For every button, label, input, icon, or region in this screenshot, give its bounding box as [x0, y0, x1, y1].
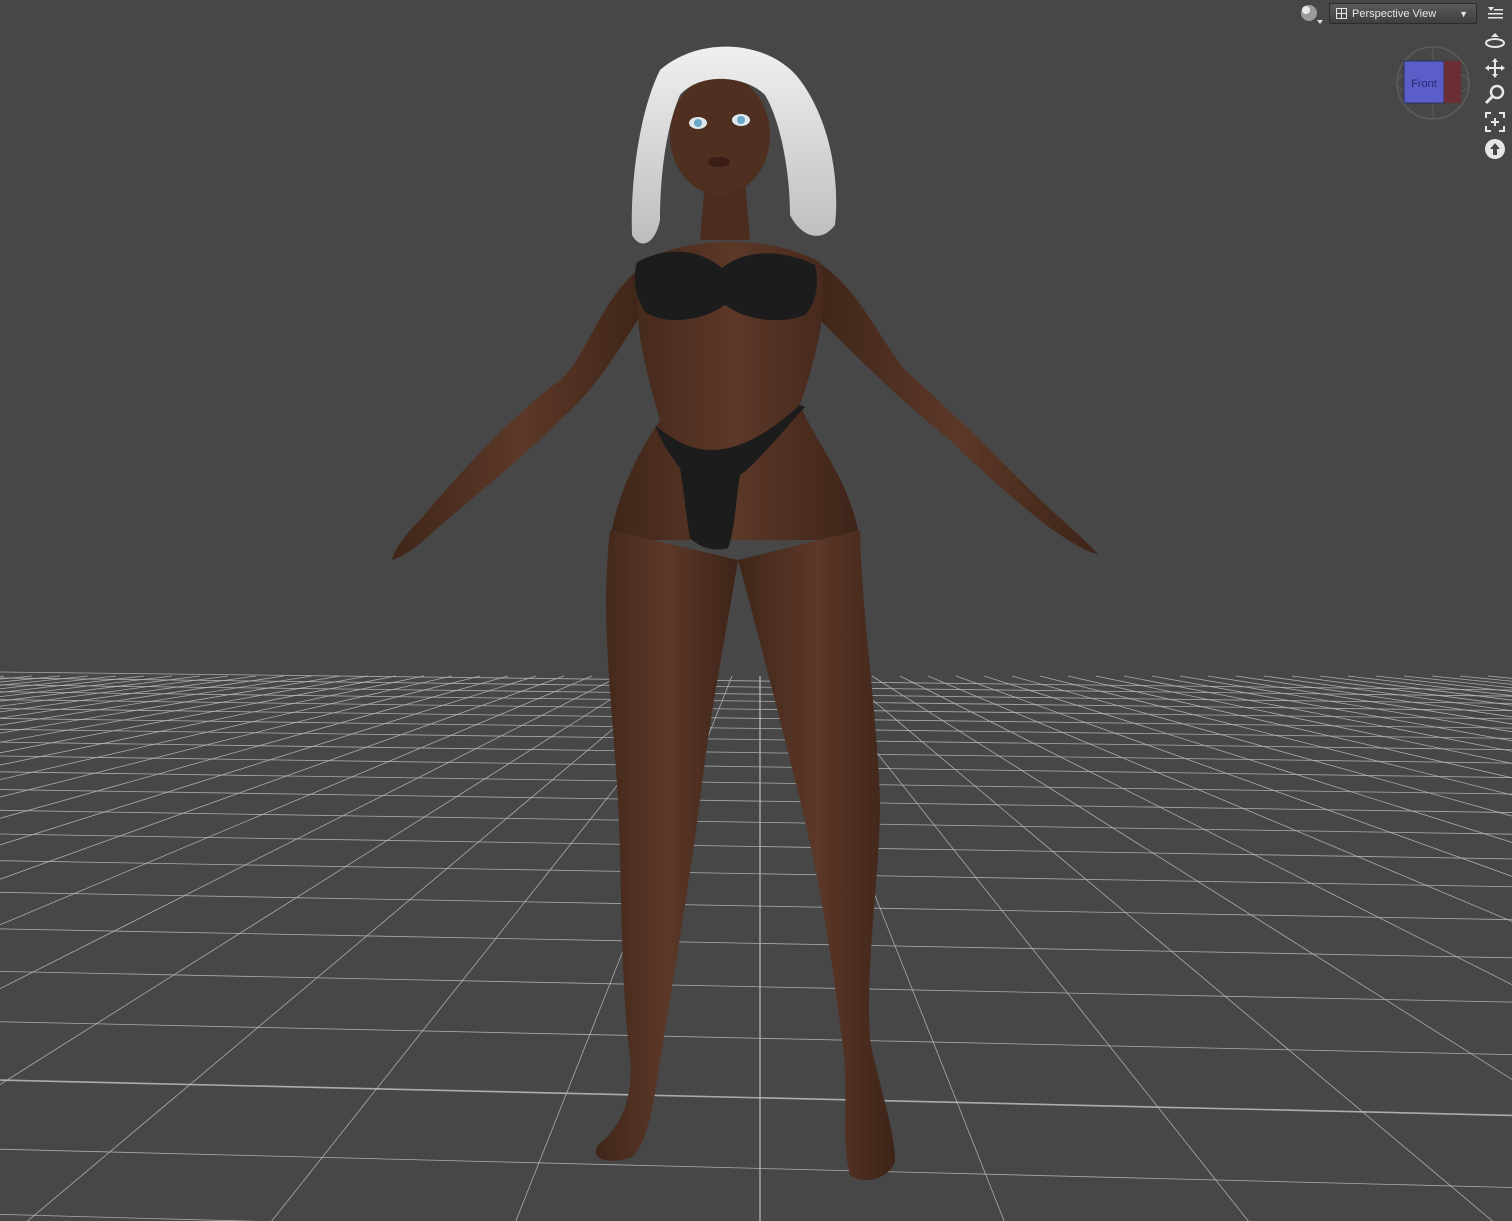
view-label: Perspective View: [1352, 8, 1437, 20]
3d-viewport[interactable]: Perspective View ▼ Front: [0, 0, 1512, 1221]
chevron-down-icon: ▼: [1459, 9, 1468, 19]
zoom-icon[interactable]: [1483, 83, 1507, 107]
shading-sphere-icon[interactable]: [1298, 2, 1324, 26]
frame-selection-icon[interactable]: [1483, 110, 1507, 134]
view-selector[interactable]: Perspective View ▼: [1329, 3, 1477, 24]
viewport-scene[interactable]: [0, 0, 1512, 1221]
reset-view-icon[interactable]: [1483, 137, 1507, 161]
view-list-icon: [1336, 8, 1347, 19]
view-cube-face-label: Front: [1411, 78, 1437, 90]
chevron-down-icon: [1317, 20, 1323, 24]
orbit-icon[interactable]: [1483, 29, 1507, 53]
viewport-menu-icon[interactable]: [1484, 3, 1506, 24]
pan-icon[interactable]: [1483, 56, 1507, 80]
view-cube[interactable]: Front: [1395, 45, 1471, 121]
